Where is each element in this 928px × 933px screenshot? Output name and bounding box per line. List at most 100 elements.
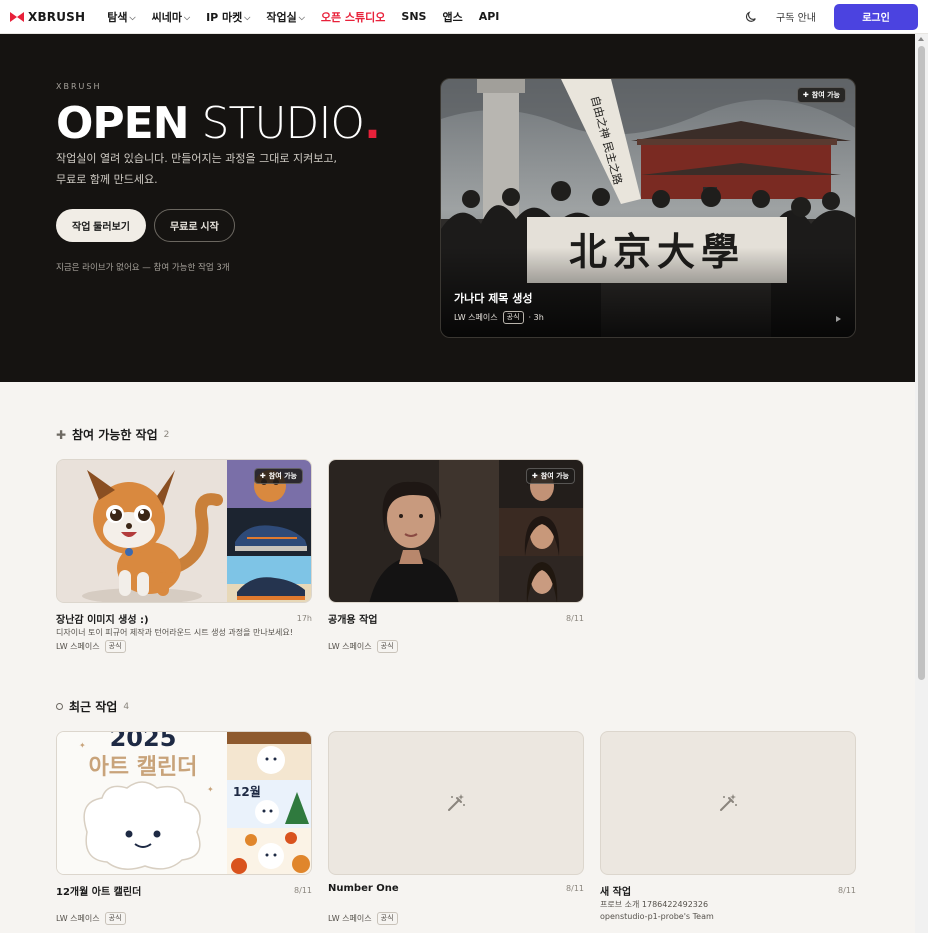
official-tag: 공식 [104,640,126,653]
page-scrollbar[interactable] [915,34,928,933]
card-description: 디자이너 토이 피규어 제작과 턴어라운드 시트 생성 과정을 만나보세요! [56,628,293,637]
calendar-cover-image: 2025 아트 캘린더 ✦ ✦ [57,732,227,874]
nav-item-label: 작업실 [266,10,297,24]
author: LW 스페이스 [328,642,372,651]
joinable-badge: ✚ 참여 가능 [796,87,846,103]
logo[interactable]: XBRUSH [10,10,85,24]
subscription-link[interactable]: 구독 안내 [776,9,816,24]
card-description: 프로브 소개 1786422492326 [600,900,709,909]
login-button[interactable]: 로그인 [834,3,918,30]
hero-buttons: 작업 둘러보기 무료로 시작 [56,209,235,242]
calendar-caption: 아트 캘린더 [89,755,198,780]
author: LW 스페이스 [454,313,498,322]
card-title: 공개용 작업 [328,615,378,626]
svg-text:✦: ✦ [207,785,214,794]
hero-title-bold: OPEN [56,98,190,149]
card-time: 8/11 [838,886,856,895]
nav-item-apps[interactable]: 앱스 [442,9,462,25]
chevron-down-icon: ⌵ [298,12,305,22]
calendar-month-image [227,732,311,780]
recent-section-header: 최근 작업 4 [56,698,129,715]
moon-icon[interactable] [744,10,758,24]
play-icon [836,316,841,322]
section-count: 2 [163,429,170,440]
featured-work-card[interactable]: 北京大學 自由之神 民主之路 ✚참여 가능 가나다 제목 생성 LW 스페이스 … [440,78,856,338]
hero-title-light: STUDIO [201,98,366,149]
scroll-up-icon[interactable] [918,37,924,41]
card-meta: LW 스페이스 공식 [328,912,398,925]
nav-item-cinema[interactable]: 씨네마 ⌵ [152,9,190,25]
card-title: 새 작업 [600,887,632,898]
badge-label: 참여 가능 [268,472,297,480]
card-time: 8/11 [566,884,584,893]
card-time: 8/11 [294,886,312,895]
card-title-row: 공개용 작업 8/11 [328,611,584,626]
nav-item-label: IP 마켓 [206,10,243,24]
hero-description-line: 작업실이 열려 있습니다. 만들어지는 과정을 그대로 지켜보고, [56,152,337,165]
official-tag: 공식 [104,912,126,925]
author: LW 스페이스 [56,642,100,651]
top-nav: XBRUSH 탐색 ⌵ 씨네마 ⌵ IP 마켓 ⌵ 작업실 ⌵ 오픈 스튜디오 SNS … [0,0,928,34]
featured-work-meta: LW 스페이스 공식 · 3h [454,311,544,324]
card-time: 17h [296,614,312,623]
work-thumbnail: 2025 아트 캘린더 ✦ ✦ 12월 [56,731,312,875]
badge-label: 참여 가능 [540,472,569,480]
plus-icon: ✚ [56,427,67,442]
beach-sneaker-image [227,556,311,602]
nav-item-api[interactable]: API [479,10,500,23]
hero-description-line: 무료로 함께 만드세요. [56,173,158,186]
card-meta: LW 스페이스 공식 [56,912,126,925]
nav-item-sns[interactable]: SNS [401,10,426,23]
svg-text:✦: ✦ [79,741,86,750]
featured-work-title: 가나다 제목 생성 [454,292,533,305]
sneaker-image [227,508,311,556]
empty-thumbnail [600,731,856,875]
scroll-thumb[interactable] [918,46,925,680]
hero-eyebrow: XBRUSH [56,82,102,91]
card-title-row: Number One 8/11 [328,883,584,894]
card-title: Number One [328,883,399,894]
badge-label: 참여 가능 [811,91,840,99]
nav-item-label: 탐색 [107,10,128,24]
plus-icon: ✚ [802,91,809,99]
nav-item-explore[interactable]: 탐색 ⌵ [107,9,135,25]
logo-text: XBRUSH [28,9,86,24]
author: LW 스페이스 [56,914,100,923]
calendar-year: 2025 [110,732,177,752]
plus-icon: ✚ [531,472,538,480]
portrait-small-image [499,556,583,602]
official-tag: 공식 [376,912,398,925]
hero: XBRUSH OPEN STUDIO. 작업실이 열려 있습니다. 만들어지는 … [0,34,915,382]
nav-item-workshop[interactable]: 작업실 ⌵ [266,9,304,25]
author: LW 스페이스 [328,914,372,923]
nav-menu: 탐색 ⌵ 씨네마 ⌵ IP 마켓 ⌵ 작업실 ⌵ 오픈 스튜디오 SNS 앱스 API [107,9,499,25]
card-title-row: 새 작업 8/11 [600,883,856,898]
chevron-down-icon: ⌵ [183,12,191,22]
toy-cat-image [57,460,227,602]
nav-item-ip-market[interactable]: IP 마켓 ⌵ [206,9,250,25]
empty-thumbnail [328,731,584,875]
official-tag: 공식 [376,640,398,653]
hero-status-note: 지금은 라이브가 없어요 — 참여 가능한 작업 3개 [56,263,230,273]
calendar-autumn-image [227,828,311,874]
card-time: 8/11 [566,614,584,623]
card-meta: LW 스페이스 공식 [328,640,398,653]
card-title: 장난감 이미지 생성 :) [56,615,149,626]
portrait-small-image [499,508,583,556]
hero-title: OPEN STUDIO. [56,98,381,150]
chevron-down-icon: ⌵ [129,12,136,22]
nav-right: 구독 안내 로그인 [744,3,918,30]
magic-wand-icon [448,794,465,811]
section-title: 최근 작업 [69,700,118,714]
joinable-badge: ✚ 참여 가능 [525,468,575,484]
nav-item-label: SNS [401,10,427,23]
card-title: 12개월 아트 캘린더 [56,887,142,898]
nav-item-open-studio[interactable]: 오픈 스튜디오 [321,9,386,25]
browse-works-button[interactable]: 작업 둘러보기 [56,209,146,242]
portrait-image [329,460,499,602]
official-tag: 공식 [502,311,524,324]
circle-icon [56,703,63,710]
work-thumbnail: ✚ 참여 가능 [56,459,312,603]
start-free-button[interactable]: 무료로 시작 [153,209,235,242]
section-title: 참여 가능한 작업 [72,428,158,442]
